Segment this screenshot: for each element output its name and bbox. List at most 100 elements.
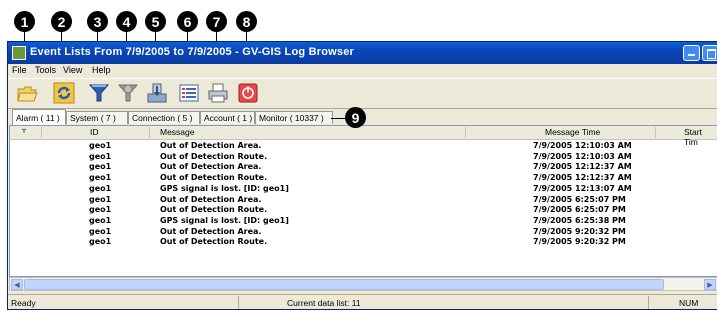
callout-3: 3 xyxy=(87,11,108,32)
callout-6: 6 xyxy=(177,11,198,32)
scroll-left-icon[interactable]: ◀ xyxy=(11,279,23,290)
cell-id: geo1 xyxy=(89,183,112,193)
callout-8: 8 xyxy=(236,11,257,32)
event-list-table[interactable]: ▿ ID Message Message Time Start Tim geo1… xyxy=(9,125,717,277)
column-divider xyxy=(41,127,42,138)
menu-tools[interactable]: Tools xyxy=(35,65,56,75)
table-row[interactable]: geo1 Out of Detection Route. 7/9/2005 12:1… xyxy=(10,173,717,184)
callout-7: 7 xyxy=(206,11,227,32)
table-row[interactable]: geo1 Out of Detection Route. 7/9/2005 12:1… xyxy=(10,152,717,163)
cell-id: geo1 xyxy=(89,162,112,172)
callout-2: 2 xyxy=(51,11,72,32)
cell-id: geo1 xyxy=(89,194,112,204)
stop-button[interactable] xyxy=(237,82,259,104)
tab-system[interactable]: System ( 7 ) xyxy=(66,111,128,124)
list-view-icon xyxy=(179,84,199,102)
toolbar xyxy=(8,78,717,109)
menu-help[interactable]: Help xyxy=(92,65,111,75)
table-row[interactable]: geo1 Out of Detection Route. 7/9/2005 6:25… xyxy=(10,205,717,216)
cell-message-time: 7/9/2005 6:25:07 PM xyxy=(533,194,626,204)
stop-icon xyxy=(238,83,258,103)
print-icon xyxy=(208,83,228,103)
table-row[interactable]: geo1 Out of Detection Area. 7/9/2005 12:12… xyxy=(10,162,717,173)
cell-message: Out of Detection Route. xyxy=(160,237,268,247)
tab-account[interactable]: Account ( 1 ) xyxy=(200,111,255,124)
tab-connection[interactable]: Connection ( 5 ) xyxy=(128,111,200,124)
cell-id: geo1 xyxy=(89,226,112,236)
list-view-button[interactable] xyxy=(178,82,200,104)
export-button[interactable] xyxy=(146,82,168,104)
minimize-button[interactable] xyxy=(683,45,700,61)
maximize-icon xyxy=(707,49,716,59)
table-row[interactable]: geo1 Out of Detection Area. 7/9/2005 9:20:… xyxy=(10,227,717,238)
menu-view[interactable]: View xyxy=(63,65,82,75)
status-divider xyxy=(648,296,649,309)
tab-alarm[interactable]: Alarm ( 11 ) xyxy=(12,109,66,125)
cell-id: geo1 xyxy=(89,215,112,225)
export-icon xyxy=(147,83,167,103)
window-title: Event Lists From 7/9/2005 to 7/9/2005 - … xyxy=(30,46,354,58)
cell-message: Out of Detection Area. xyxy=(160,226,262,236)
open-folder-button[interactable] xyxy=(16,82,38,104)
scroll-right-icon[interactable]: ▶ xyxy=(704,279,716,290)
table-row[interactable]: geo1 Out of Detection Area. 7/9/2005 6:25:… xyxy=(10,195,717,206)
scrollbar-thumb[interactable] xyxy=(24,279,664,290)
filter-button[interactable] xyxy=(88,82,110,104)
callout-9: 9 xyxy=(345,107,366,128)
column-divider xyxy=(149,127,150,138)
cell-id: geo1 xyxy=(89,141,112,150)
refresh-button[interactable] xyxy=(53,82,75,104)
cell-id: geo1 xyxy=(89,151,112,161)
status-divider xyxy=(238,296,239,309)
column-header-message[interactable]: Message xyxy=(160,127,195,137)
cell-message-time: 7/9/2005 6:25:38 PM xyxy=(533,215,626,225)
cell-id: geo1 xyxy=(89,205,112,215)
table-row[interactable]: geo1 Out of Detection Route. 7/9/2005 9:20… xyxy=(10,237,717,248)
cell-message-time: 7/9/2005 12:12:37 AM xyxy=(533,162,632,172)
table-header: ▿ ID Message Message Time Start Tim xyxy=(10,126,717,147)
column-divider xyxy=(655,127,656,138)
table-row[interactable]: geo1 GPS signal is lost. [ID: geo1] 7/9/20… xyxy=(10,184,717,195)
clear-filter-icon xyxy=(117,84,139,102)
app-icon xyxy=(12,46,26,60)
callout-1: 1 xyxy=(14,11,35,32)
cell-message-time: 7/9/2005 12:12:37 AM xyxy=(533,173,632,183)
cell-id: geo1 xyxy=(89,237,112,247)
table-row[interactable]: geo1 Out of Detection Area. 7/9/2005 12:10… xyxy=(10,141,717,152)
table-row[interactable]: geo1 GPS signal is lost. [ID: geo1] 7/9/20… xyxy=(10,216,717,227)
title-bar[interactable]: Event Lists From 7/9/2005 to 7/9/2005 - … xyxy=(8,42,717,64)
open-folder-icon xyxy=(17,86,38,102)
log-browser-window: Event Lists From 7/9/2005 to 7/9/2005 - … xyxy=(7,41,717,310)
tab-monitor[interactable]: Monitor ( 10337 ) xyxy=(255,111,333,124)
column-divider xyxy=(465,127,466,138)
cell-id: geo1 xyxy=(89,173,112,183)
status-num: NUM xyxy=(679,298,699,308)
maximize-button[interactable] xyxy=(702,45,717,61)
column-header-message-time[interactable]: Message Time xyxy=(545,127,600,137)
cell-message-time: 7/9/2005 12:10:03 AM xyxy=(533,151,632,161)
menu-bar: File Tools View Help xyxy=(8,64,717,78)
clear-filter-button[interactable] xyxy=(117,82,139,104)
status-bar: Ready Current data list: 11 NUM xyxy=(8,294,717,311)
column-header-id[interactable]: ID xyxy=(90,127,99,137)
print-button[interactable] xyxy=(207,82,229,104)
cell-message: GPS signal is lost. [ID: geo1] xyxy=(160,183,289,193)
callout-4: 4 xyxy=(116,11,137,32)
cell-message: Out of Detection Route. xyxy=(160,173,268,183)
filter-column-icon[interactable]: ▿ xyxy=(22,126,26,135)
cell-message: Out of Detection Area. xyxy=(160,194,262,204)
callout-5: 5 xyxy=(145,11,166,32)
callout-leader xyxy=(331,118,345,119)
minimize-icon xyxy=(688,49,695,56)
horizontal-scrollbar[interactable]: ◀ ▶ xyxy=(9,277,717,291)
cell-message: Out of Detection Route. xyxy=(160,151,268,161)
menu-file[interactable]: File xyxy=(12,65,27,75)
cell-message: Out of Detection Area. xyxy=(160,141,262,150)
cell-message-time: 7/9/2005 9:20:32 PM xyxy=(533,237,626,247)
cell-message: GPS signal is lost. [ID: geo1] xyxy=(160,215,289,225)
cell-message-time: 7/9/2005 6:25:07 PM xyxy=(533,205,626,215)
cell-message: Out of Detection Area. xyxy=(160,162,262,172)
cell-message-time: 7/9/2005 9:20:32 PM xyxy=(533,226,626,236)
status-data-count: Current data list: 11 xyxy=(287,298,361,308)
filter-icon xyxy=(88,84,110,102)
